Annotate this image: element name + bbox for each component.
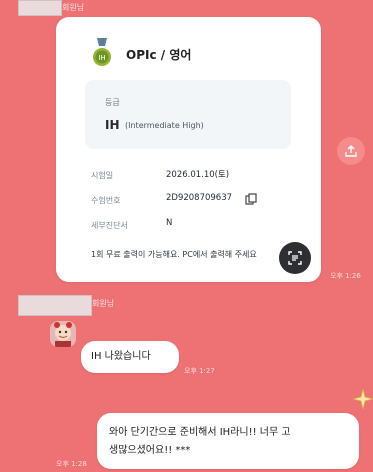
message-1-time: 오후 1:27 xyxy=(184,367,215,375)
copy-icon[interactable] xyxy=(245,193,257,205)
detail-report-label: 세부진단서 xyxy=(91,221,128,230)
exam-number-label: 수험번호 xyxy=(91,196,121,205)
grade-code: IH xyxy=(105,118,120,132)
share-button[interactable] xyxy=(337,137,365,165)
test-date-label: 시험일 xyxy=(91,171,114,180)
message-2-line-1: 와아 단기간으로 준비해서 IH라니!! 너무 고 xyxy=(109,427,291,438)
mid-sender-name: 회원님 xyxy=(92,299,115,308)
top-sender-name: 회원님 xyxy=(62,3,85,12)
scan-icon xyxy=(288,251,302,265)
avatar[interactable] xyxy=(50,321,76,347)
exam-number-value: 2D9208709637 xyxy=(166,193,233,203)
exam-title: OPIc / 영어 xyxy=(126,48,192,62)
sparkle-icon xyxy=(353,389,373,409)
share-icon xyxy=(345,145,357,157)
detail-report-value: N xyxy=(166,218,173,228)
character-avatar-icon xyxy=(54,322,72,347)
grade-description: (Intermediate High) xyxy=(125,121,204,130)
card-time: 오후 1:26 xyxy=(330,272,361,280)
message-2-time: 오후 1:28 xyxy=(56,460,87,468)
score-card[interactable]: IH OPIc / 영어 등급 IH (Intermediate High) 시… xyxy=(56,17,321,282)
test-date-value: 2026.01.10(토) xyxy=(166,170,230,180)
grade-box: 등급 IH (Intermediate High) xyxy=(85,80,291,149)
medal-icon: IH xyxy=(93,38,111,66)
message-bubble-1[interactable]: IH 나왔습니다 xyxy=(81,341,179,373)
mid-sender-name-blur xyxy=(18,295,92,316)
top-sender-name-blur xyxy=(18,0,62,16)
svg-text:IH: IH xyxy=(98,54,105,62)
grade-label: 등급 xyxy=(105,98,120,107)
message-bubble-2[interactable]: 와아 단기간으로 준비해서 IH라니!! 너무 고 생많으셨어요!! *** xyxy=(97,413,359,469)
message-2-line-2: 생많으셨어요!! *** xyxy=(109,445,191,456)
scan-button[interactable] xyxy=(279,242,311,274)
print-notice: 1회 무료 출력이 가능해요. PC에서 출력해 주세요 xyxy=(91,250,257,259)
